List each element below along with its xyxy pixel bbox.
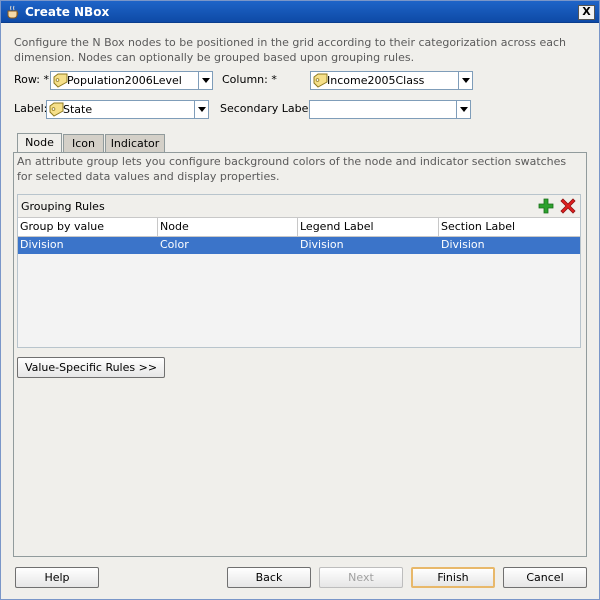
grouping-rules-table: Group by value Node Legend Label Section… <box>18 217 580 347</box>
dialog-description: Configure the N Box nodes to be position… <box>14 36 567 64</box>
table-header: Group by value Node Legend Label Section… <box>18 217 580 237</box>
chevron-down-icon[interactable] <box>456 101 470 118</box>
attribute-group-description: An attribute group lets you configure ba… <box>17 155 567 183</box>
create-nbox-dialog: Create NBox X Configure the N Box nodes … <box>0 0 600 600</box>
cancel-button[interactable]: Cancel <box>503 567 587 588</box>
delete-icon[interactable] <box>560 198 576 214</box>
dialog-title: Create NBox <box>25 5 110 19</box>
close-button[interactable]: X <box>578 5 595 20</box>
grouping-rules-title: Grouping Rules <box>21 200 105 213</box>
table-cell[interactable]: Division <box>439 237 580 254</box>
table-row[interactable]: Division Color Division Division <box>18 237 580 254</box>
column-value: Income2005Class <box>327 74 425 87</box>
node-tab-panel: An attribute group lets you configure ba… <box>13 152 587 557</box>
table-cell[interactable]: Division <box>18 237 158 254</box>
chevron-down-icon[interactable] <box>198 72 212 89</box>
column-header-legend-label[interactable]: Legend Label <box>298 218 439 237</box>
label-label: Label: <box>14 102 48 115</box>
column-header-node[interactable]: Node <box>158 218 298 237</box>
chevron-down-icon[interactable] <box>458 72 472 89</box>
title-bar[interactable]: Create NBox X <box>1 1 599 23</box>
tab-node[interactable]: Node <box>17 133 62 154</box>
add-icon[interactable] <box>538 198 554 214</box>
grouping-rules-header: Grouping Rules <box>18 195 580 217</box>
back-button[interactable]: Back <box>227 567 311 588</box>
tab-icon[interactable]: Icon <box>63 134 104 153</box>
row-combo[interactable]: Population2006Level <box>50 71 213 90</box>
column-label: Column: * <box>222 73 277 86</box>
finish-button[interactable]: Finish <box>411 567 495 588</box>
table-cell[interactable]: Color <box>158 237 298 254</box>
row-label: Row: * <box>14 73 49 86</box>
secondary-label-combo[interactable] <box>309 100 471 119</box>
tab-indicator[interactable]: Indicator <box>105 134 165 153</box>
label-combo[interactable]: State <box>46 100 209 119</box>
value-specific-rules-button[interactable]: Value-Specific Rules >> <box>17 357 165 378</box>
grouping-rules-panel: Grouping Rules Group by value Node Legen… <box>17 194 581 348</box>
next-button[interactable]: Next <box>319 567 403 588</box>
secondary-label-label: Secondary Label: <box>220 102 316 115</box>
help-button[interactable]: Help <box>15 567 99 588</box>
table-cell[interactable]: Division <box>298 237 439 254</box>
column-combo[interactable]: Income2005Class <box>310 71 473 90</box>
coffee-cup-icon <box>7 5 19 19</box>
tag-icon <box>53 73 68 88</box>
tag-icon <box>313 73 328 88</box>
column-header-group-by-value[interactable]: Group by value <box>18 218 158 237</box>
chevron-down-icon[interactable] <box>194 101 208 118</box>
column-header-section-label[interactable]: Section Label <box>439 218 580 237</box>
label-value: State <box>63 103 93 116</box>
tag-icon <box>49 102 64 117</box>
row-value: Population2006Level <box>67 74 182 87</box>
dialog-content: Configure the N Box nodes to be position… <box>1 24 599 599</box>
